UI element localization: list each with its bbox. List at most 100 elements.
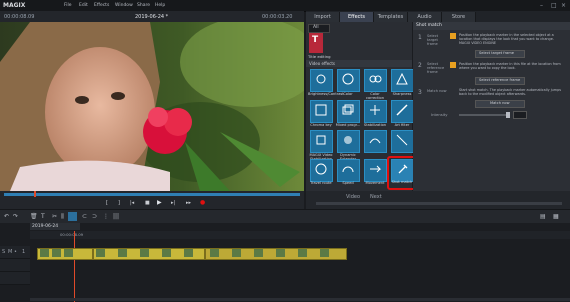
jump-end-icon[interactable]: ▸▸ [186,200,191,206]
tile-label: Stabilization [363,123,387,127]
redo-icon[interactable]: ↷ [13,213,18,220]
minimize-icon[interactable]: – [540,2,543,9]
delete-icon[interactable]: 🗑 [30,213,38,220]
preview-image [0,22,304,191]
maximize-icon[interactable]: □ [551,2,557,9]
cut-icon[interactable]: ✂ [52,213,57,220]
mark-out-icon[interactable]: ] [118,200,120,206]
zoom-label[interactable]: Video [346,194,360,200]
effects-filter-select[interactable]: All [308,24,330,33]
tab-import[interactable]: Import [306,12,340,22]
tab-templates[interactable]: Templates [374,12,408,22]
art-filter-tile[interactable] [391,100,414,123]
effect-tile[interactable] [391,130,414,153]
layers-icon [342,104,354,115]
timeline-ruler[interactable]: 00:00:08.09 [30,231,570,239]
text-icon[interactable]: T [41,213,45,220]
movement-tile[interactable] [364,159,387,182]
sharpness-tile[interactable] [391,69,414,92]
solo-button[interactable]: S [2,249,5,255]
clip-thumbnail [140,249,149,257]
sharpness-icon [396,72,408,85]
undo-icon[interactable]: ↶ [4,213,9,220]
menu-file[interactable]: File [64,3,72,8]
app-logo: MAGIX [3,2,26,9]
color-tile[interactable] [337,69,360,92]
stabilization-tile[interactable] [364,100,387,123]
chroma-key-tile[interactable] [310,100,333,123]
menu-share[interactable]: Share [137,3,150,8]
color-correction-tile[interactable] [364,69,387,92]
intensity-slider[interactable] [459,114,509,116]
mute-button[interactable]: M [8,249,12,255]
project-title: 2019-06-24 * [135,14,169,20]
globe-icon [315,163,327,175]
tab-audio[interactable]: Audio [408,12,442,22]
record-dot[interactable]: • [14,249,17,255]
record-icon[interactable]: ● [200,199,205,206]
video-effects-section[interactable]: Video effects [306,60,412,67]
clip-thumbnail [254,249,263,257]
tab-effects[interactable]: Effects [340,12,374,22]
title-editing-label: Title editing [308,54,331,59]
media-pool-tabs: Import Effects Templates Audio Store [306,11,570,22]
play-icon[interactable]: ▶ [157,199,162,206]
mouse-mode-button[interactable] [68,212,77,221]
effect-tile[interactable] [364,130,387,153]
title-editing-tile[interactable]: T [309,33,323,53]
magix-stabilization-tile[interactable] [310,130,333,153]
brightness-contrast-tile[interactable] [310,69,333,92]
video-effects-section-label: Video effects [309,61,336,66]
stop-icon[interactable]: ■ [145,200,150,206]
movement-icon [370,165,382,173]
mark-in-icon[interactable]: [ [106,200,108,206]
preview-scrubber[interactable] [4,193,300,196]
close-icon[interactable]: × [561,2,566,9]
speed-tile[interactable] [337,159,360,182]
timeline-mode-icon[interactable]: ▤ [540,213,546,220]
dynamic-extender-tile[interactable] [337,130,360,153]
menu-edit[interactable]: Edit [79,3,88,8]
match-now-button[interactable]: Match now [475,100,525,108]
intensity-value-field[interactable] [513,111,527,119]
button-label: Select target frame [479,51,514,55]
tile-label: Movement [365,181,385,185]
media-pool-transport: Video Next [306,191,570,209]
tile-label: Sharpness [392,92,412,96]
playhead[interactable] [74,231,75,239]
clip-thumbnail [210,249,219,257]
effect-icon [369,138,381,144]
next-label[interactable]: Next [370,194,382,200]
track-header [0,259,30,272]
split-icon[interactable]: ⫼ [61,213,64,221]
clip-thumbnail [64,249,73,257]
menu-effects[interactable]: Effects [94,3,109,8]
travel-route-tile[interactable] [310,159,333,182]
menu-window[interactable]: Window [115,3,133,8]
intensity-slider-handle[interactable] [506,112,510,118]
menu-help[interactable]: Help [155,3,165,8]
snap-icon[interactable]: ||| [113,213,119,220]
project-tab[interactable]: 2019-06-24 [30,223,80,230]
hdr-icon [344,136,352,144]
next-frame-icon[interactable]: ▸| [171,200,175,206]
group-icon[interactable]: ⊃ [92,213,97,220]
button-label: Select reference frame [479,78,521,82]
mixed-tile[interactable] [337,100,360,123]
select-reference-frame-button[interactable]: Select reference frame [475,77,525,85]
select-target-frame-button[interactable]: Select target frame [475,50,525,58]
tile-label: Chroma key [310,123,332,127]
video-preview[interactable] [0,22,304,191]
storyboard-mode-icon[interactable]: ▦ [553,213,559,220]
media-pool-scrubber[interactable] [316,202,562,205]
step-icon [450,62,456,68]
timeline-scrollbar[interactable] [30,298,570,301]
clip-thumbnail [118,249,127,257]
playhead-marker[interactable] [34,191,36,197]
marker-icon[interactable]: ⋮ [103,213,109,220]
prev-frame-icon[interactable]: |◂ [130,200,134,206]
tab-store[interactable]: Store [442,12,476,22]
effects-filter-value: All [313,25,319,30]
clip-thumbnail [52,249,61,257]
link-icon[interactable]: ⊂ [82,213,87,220]
